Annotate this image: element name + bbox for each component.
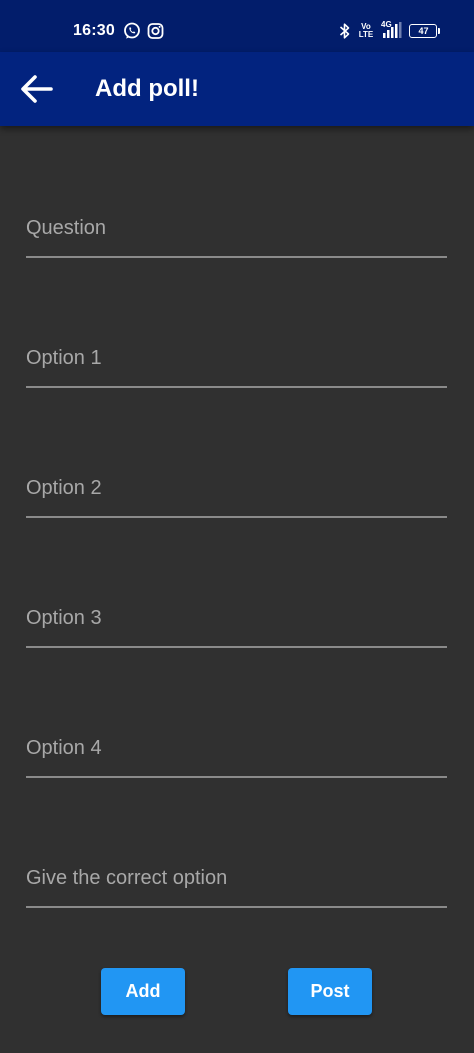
battery-level: 47 xyxy=(418,26,429,36)
4g-signal-icon: 4G xyxy=(381,21,405,39)
status-time: 16:30 xyxy=(73,22,115,39)
battery-icon: 47 xyxy=(409,24,440,38)
option-4-field[interactable] xyxy=(26,716,447,778)
option-1-field[interactable] xyxy=(26,326,447,388)
instagram-icon xyxy=(147,23,164,39)
status-bar: 16:30 Vo LTE 4G 47 xyxy=(0,0,474,52)
option-2-field[interactable] xyxy=(26,456,447,518)
page-title: Add poll! xyxy=(95,75,199,102)
correct-option-input[interactable] xyxy=(26,867,447,890)
back-button[interactable] xyxy=(12,66,62,112)
volte-label-bottom: LTE xyxy=(358,30,374,39)
question-field[interactable] xyxy=(26,196,447,258)
volte-icon: Vo LTE xyxy=(358,23,374,41)
option-1-input[interactable] xyxy=(26,347,447,370)
question-input[interactable] xyxy=(26,217,447,240)
bluetooth-icon xyxy=(339,23,350,39)
whatsapp-icon xyxy=(124,22,140,39)
battery-tip xyxy=(438,28,440,34)
option-3-input[interactable] xyxy=(26,607,447,630)
option-2-input[interactable] xyxy=(26,477,447,500)
signal-bars-icon xyxy=(383,22,402,38)
correct-option-field[interactable] xyxy=(26,846,447,908)
option-3-field[interactable] xyxy=(26,586,447,648)
option-4-input[interactable] xyxy=(26,737,447,760)
app-bar: Add poll! xyxy=(0,52,474,126)
add-button[interactable]: Add xyxy=(101,968,185,1015)
arrow-back-icon xyxy=(21,75,53,103)
post-button[interactable]: Post xyxy=(288,968,372,1015)
